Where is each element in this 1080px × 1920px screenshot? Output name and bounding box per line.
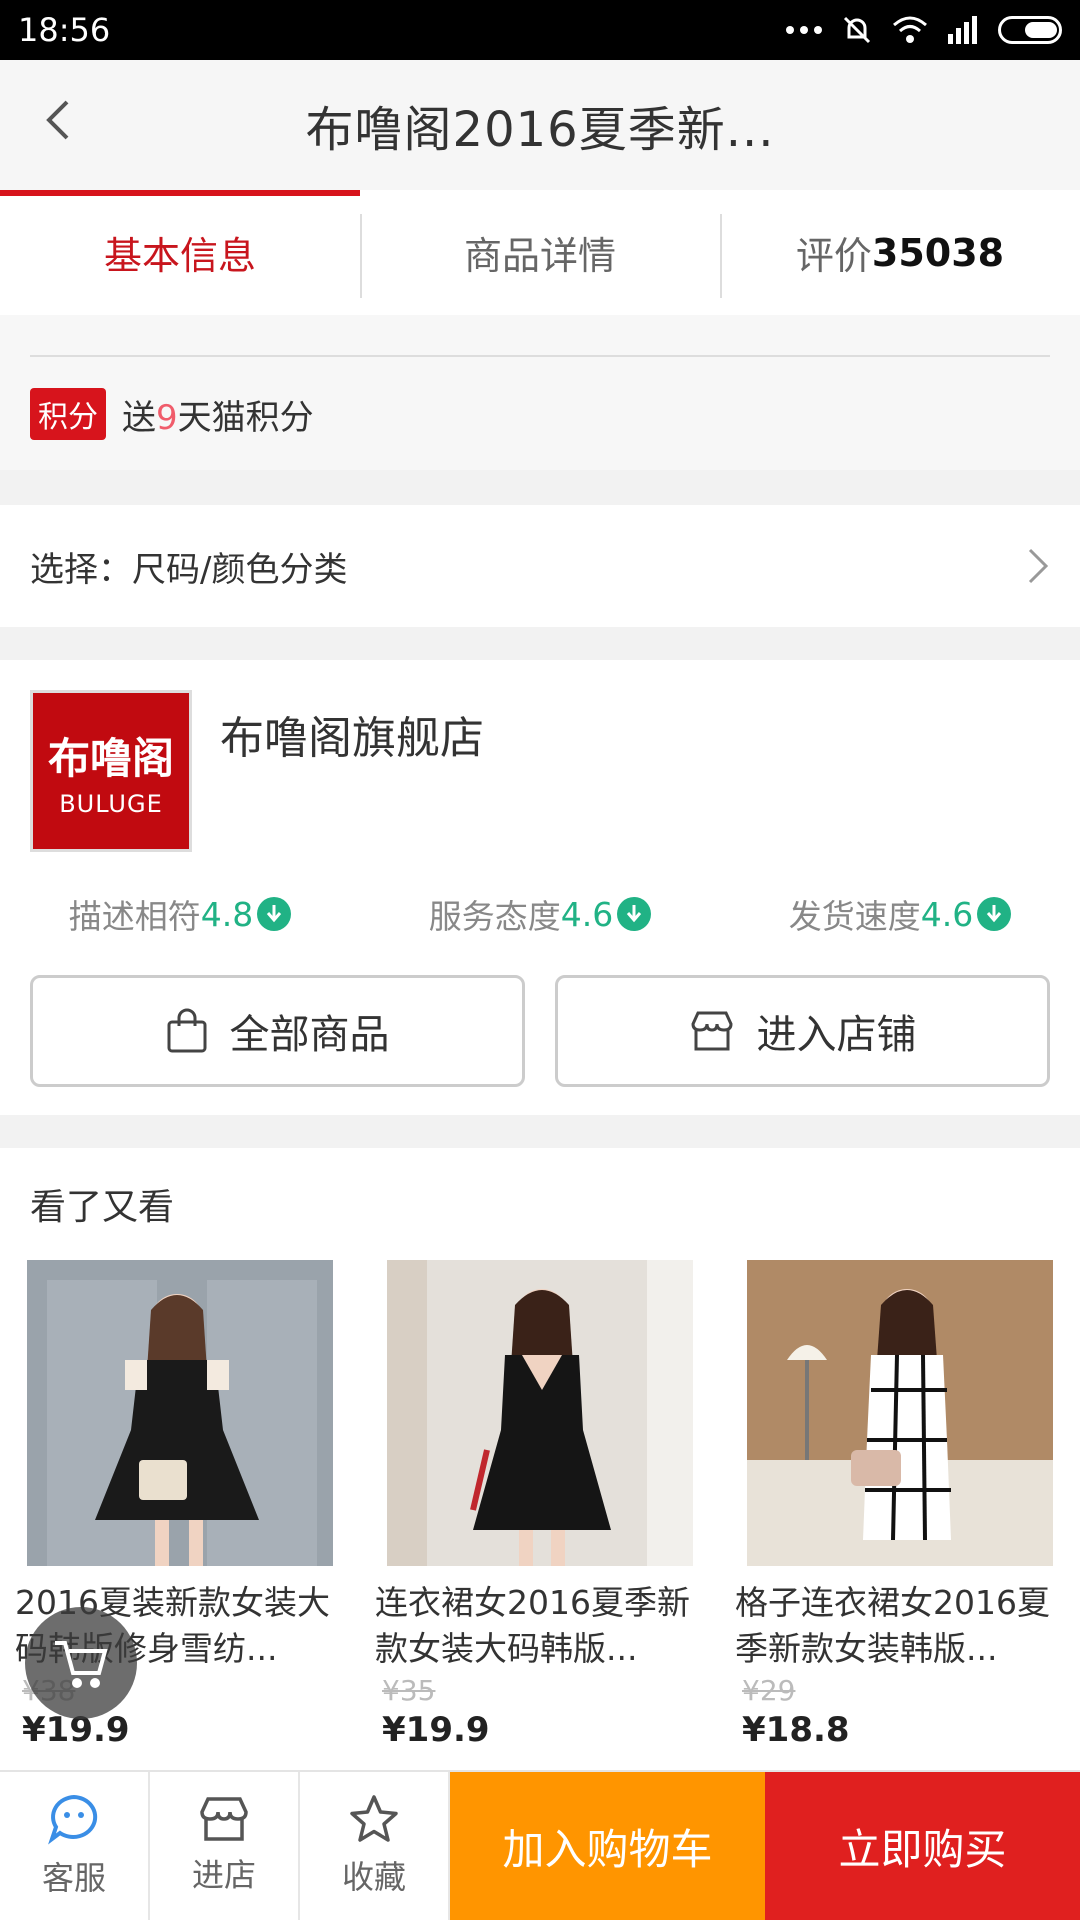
rating-description: 描述相符 4.8: [68, 890, 292, 938]
arrow-down-icon: [617, 897, 652, 931]
status-time: 18:56: [18, 11, 111, 49]
rating-label: 服务态度: [428, 897, 561, 936]
customer-service-label: 客服: [41, 1859, 106, 1897]
recommend-section: 看了又看 2016夏装新款女装大码韩版修身雪纺... ¥19.9 连衣裙女201…: [0, 1148, 1080, 1770]
tab-reviews[interactable]: 评价 35038: [720, 190, 1080, 315]
points-tag: 积分: [30, 388, 106, 440]
enter-store-button[interactable]: 进店: [150, 1772, 300, 1920]
signal-icon: [948, 16, 977, 44]
sku-select-label: 选择：尺码/颜色分类: [30, 549, 348, 590]
shop-buttons: 全部商品 进入店铺: [30, 975, 1050, 1087]
all-products-button[interactable]: 全部商品: [30, 975, 525, 1087]
points-days: 9: [156, 397, 178, 438]
enter-shop-button[interactable]: 进入店铺: [555, 975, 1050, 1087]
product-title: 格子连衣裙女2016夏季新款女装韩版...: [735, 1583, 1050, 1668]
product-title: 连衣裙女2016夏季新款女装大码韩版...: [375, 1583, 690, 1668]
points-text: 送9天猫积分: [122, 390, 314, 439]
recommend-heading: 看了又看: [30, 1187, 175, 1228]
product-card[interactable]: 连衣裙女2016夏季新款女装大码韩版... ¥35 ¥19.9: [360, 1260, 720, 1750]
cart-icon: [55, 1641, 108, 1688]
rating-service: 服务态度 4.6: [428, 890, 652, 938]
rating-label: 描述相符: [68, 897, 201, 936]
rating-score: 4.6: [920, 894, 974, 934]
page-title: 布噜阁2016夏季新...: [305, 102, 775, 158]
tab-label: 商品详情: [463, 234, 616, 278]
back-button[interactable]: [28, 90, 88, 150]
points-prefix: 送: [122, 397, 156, 438]
store-icon: [690, 1011, 733, 1051]
shop-logo[interactable]: 布噜阁 BULUGE: [30, 690, 192, 852]
tab-product-details[interactable]: 商品详情: [360, 190, 720, 315]
more-dots-icon: [786, 26, 822, 34]
shopping-bag-icon: [167, 1008, 206, 1053]
product-image: [747, 1260, 1053, 1566]
customer-service-button[interactable]: 客服: [0, 1772, 150, 1920]
product-card[interactable]: 格子连衣裙女2016夏季新款女装韩版... ¥29 ¥18.8: [720, 1260, 1080, 1750]
nav-bar: 布噜阁2016夏季新...: [0, 60, 1080, 190]
enter-store-label: 进店: [191, 1856, 256, 1894]
shop-logo-en: BULUGE: [59, 789, 163, 818]
product-image: [387, 1260, 693, 1566]
shop-name: 布噜阁旗舰店: [220, 713, 484, 764]
product-price: ¥18.8: [742, 1710, 850, 1750]
silent-icon: [843, 16, 871, 44]
enter-shop-label: 进入店铺: [756, 1012, 917, 1058]
add-to-cart-button[interactable]: 加入购物车: [450, 1772, 765, 1920]
battery-icon: [998, 16, 1062, 44]
chat-bubble-icon: [48, 1794, 98, 1845]
favorite-button[interactable]: 收藏: [300, 1772, 450, 1920]
product-old-price: ¥29: [742, 1674, 796, 1707]
buy-now-button[interactable]: 立即购买: [765, 1772, 1080, 1920]
product-card[interactable]: 2016夏装新款女装大码韩版修身雪纺... ¥38 ¥19.9: [0, 1260, 360, 1750]
bottom-action-bar: 客服 进店 收藏 加入购物车 立即购买: [0, 1770, 1080, 1920]
store-icon: [200, 1797, 248, 1841]
tab-basic-info[interactable]: 基本信息: [0, 190, 360, 315]
favorite-label: 收藏: [341, 1858, 406, 1896]
points-suffix: 天猫积分: [177, 397, 314, 438]
points-section: 积分 送9天猫积分: [0, 315, 1080, 470]
status-bar: 18:56: [0, 0, 1080, 60]
star-icon: [350, 1795, 398, 1842]
all-products-label: 全部商品: [229, 1012, 390, 1058]
sku-select-row[interactable]: 选择：尺码/颜色分类: [0, 505, 1080, 627]
chevron-right-icon: [1028, 548, 1049, 584]
chevron-left-icon: [46, 100, 69, 140]
status-icons: [786, 13, 1062, 47]
wifi-icon: [893, 16, 927, 43]
tab-label: 基本信息: [103, 234, 256, 278]
product-list: 2016夏装新款女装大码韩版修身雪纺... ¥38 ¥19.9: [0, 1260, 1080, 1750]
arrow-down-icon: [257, 897, 292, 931]
points-row: 积分 送9天猫积分: [30, 388, 314, 440]
shop-ratings: 描述相符 4.8 服务态度 4.6 发货速度 4.6: [0, 890, 1080, 938]
arrow-down-icon: [977, 897, 1012, 931]
tab-bar: 基本信息 商品详情 评价 35038: [0, 190, 1080, 315]
shop-logo-cn: 布噜阁: [47, 733, 174, 783]
tab-label: 评价: [795, 234, 872, 278]
rating-shipping: 发货速度 4.6: [788, 890, 1012, 938]
rating-score: 4.6: [560, 894, 614, 934]
floating-cart-button[interactable]: [25, 1607, 137, 1719]
review-count: 35038: [871, 230, 1005, 275]
product-old-price: ¥35: [382, 1674, 436, 1707]
product-image: [27, 1260, 333, 1566]
shop-section: 布噜阁 BULUGE 布噜阁旗舰店 描述相符 4.8 服务态度 4.6 发货速度 4.…: [0, 660, 1080, 1115]
rating-label: 发货速度: [788, 897, 921, 936]
divider: [30, 355, 1050, 357]
rating-score: 4.8: [200, 894, 254, 934]
product-price: ¥19.9: [382, 1710, 490, 1750]
